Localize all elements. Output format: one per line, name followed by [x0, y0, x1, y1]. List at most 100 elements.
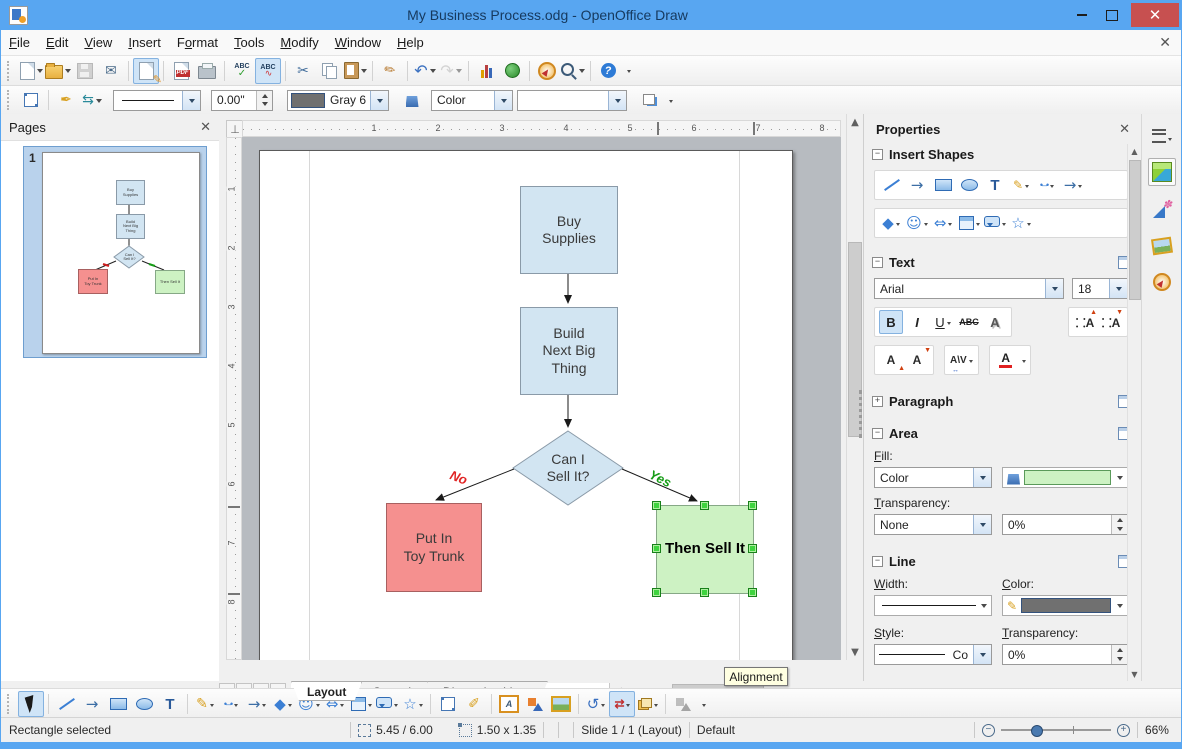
- font-color-dropdown-icon[interactable]: [1021, 359, 1026, 365]
- edit-points-toggle[interactable]: [18, 87, 44, 113]
- transparency-mode-select[interactable]: None: [874, 514, 992, 535]
- decrease-spacing-icon[interactable]: ⸬A ▼: [1099, 309, 1123, 334]
- arrange-button[interactable]: [635, 691, 661, 717]
- selection-handle[interactable]: [652, 544, 661, 553]
- line-style-select[interactable]: [113, 89, 201, 111]
- star-shapes-button[interactable]: ☆: [400, 691, 426, 717]
- scroll-down-icon[interactable]: ▼: [847, 644, 863, 660]
- line-transparency-stepper[interactable]: 0%: [1002, 644, 1128, 665]
- spellcheck-button[interactable]: ABC ✓: [229, 58, 255, 84]
- fontwork-button[interactable]: A: [496, 691, 522, 717]
- increase-spacing-icon[interactable]: ⸬A ▲: [1073, 309, 1097, 334]
- sidebar-tab-properties[interactable]: [1148, 158, 1176, 186]
- area-fill-color-button[interactable]: [1002, 467, 1128, 488]
- crop-button[interactable]: [670, 691, 696, 717]
- sidebar-tab-styles[interactable]: [1148, 232, 1176, 260]
- line-width-dropdown-icon[interactable]: [981, 604, 987, 611]
- transparency-mode-dropdown-icon[interactable]: [973, 515, 991, 534]
- gallery-button[interactable]: [499, 58, 525, 84]
- connector-tool-icon[interactable]: •–•: [1035, 173, 1059, 197]
- bold-button[interactable]: B: [879, 310, 903, 334]
- selection-handle[interactable]: [748, 501, 757, 510]
- line-color-select[interactable]: Gray 6: [287, 89, 389, 111]
- arrow-tool-icon[interactable]: →: [905, 173, 929, 197]
- vertical-ruler[interactable]: 1 2 3 4 5 6 7 8: [226, 137, 242, 660]
- flowchart-node-build-next-big-thing[interactable]: Build Next Big Thing: [520, 307, 618, 395]
- line-section-header[interactable]: − Line: [864, 551, 1142, 571]
- scroll-up-icon[interactable]: ▲: [847, 114, 863, 130]
- menu-tools[interactable]: Tools: [226, 35, 272, 50]
- line-tool-button[interactable]: [53, 691, 79, 717]
- line-transparency-down-icon[interactable]: [1112, 654, 1127, 664]
- minimize-button[interactable]: [1067, 3, 1097, 27]
- width-up-icon[interactable]: [257, 90, 272, 100]
- select-tool-button[interactable]: [18, 691, 44, 717]
- text-section-header[interactable]: − Text: [864, 252, 1142, 272]
- curve-tool-icon[interactable]: ✎: [1009, 173, 1033, 197]
- flowchart-shapes-icon[interactable]: [957, 211, 981, 235]
- text-tool-icon[interactable]: T: [983, 173, 1007, 197]
- transparency-up-icon[interactable]: [1112, 515, 1127, 525]
- alignment-button[interactable]: ⇄: [609, 691, 635, 717]
- line-width-dropdown[interactable]: [874, 595, 992, 616]
- sidebar-tab-gallery[interactable]: [1148, 196, 1176, 224]
- selection-handle[interactable]: [652, 501, 661, 510]
- line-width-value[interactable]: 0.00": [212, 93, 256, 107]
- selection-handle[interactable]: [700, 588, 709, 597]
- menu-view[interactable]: View: [76, 35, 120, 50]
- close-button[interactable]: ✕: [1131, 3, 1179, 27]
- font-color-icon[interactable]: A: [994, 348, 1018, 372]
- menu-format[interactable]: Format: [169, 35, 226, 50]
- shadow-button[interactable]: A: [983, 310, 1007, 334]
- transparency-down-icon[interactable]: [1112, 524, 1127, 534]
- font-name-select[interactable]: Arial: [874, 278, 1064, 299]
- properties-scrollbar[interactable]: ▲ ▼: [1127, 144, 1142, 681]
- fill-color-select[interactable]: [517, 89, 627, 111]
- insert-chart-button[interactable]: [473, 58, 499, 84]
- toolbar-grip[interactable]: [7, 694, 14, 714]
- connector-tool-button[interactable]: •–•: [218, 691, 244, 717]
- export-pdf-button[interactable]: PDF: [168, 58, 194, 84]
- edit-points-button[interactable]: [435, 691, 461, 717]
- menu-help[interactable]: Help: [389, 35, 432, 50]
- lines-arrows-icon[interactable]: →: [1061, 173, 1085, 197]
- line-color-dropdown-icon2[interactable]: [1117, 604, 1123, 611]
- arrow-tool-button[interactable]: →: [79, 691, 105, 717]
- vertical-scrollbar[interactable]: ▲ ▼: [846, 114, 863, 660]
- line-style-dropdown-icon[interactable]: [182, 90, 200, 110]
- props-scroll-thumb[interactable]: [1129, 160, 1141, 300]
- area-fill-type-select[interactable]: Color: [874, 467, 992, 488]
- character-spacing-icon[interactable]: A\V ↔: [949, 348, 974, 374]
- collapse-icon[interactable]: −: [872, 555, 883, 567]
- selection-handle[interactable]: [652, 588, 661, 597]
- paragraph-section-header[interactable]: + Paragraph: [864, 391, 1142, 411]
- selection-handle[interactable]: [700, 501, 709, 510]
- selection-handle[interactable]: [748, 588, 757, 597]
- strikethrough-button[interactable]: ABC: [957, 310, 981, 334]
- tab-layout[interactable]: Layout: [291, 681, 362, 701]
- undo-button[interactable]: ↶: [412, 58, 438, 84]
- horizontal-ruler[interactable]: 1 2 3 4 5 6 7 8: [242, 120, 841, 137]
- zoom-in-icon[interactable]: +: [1116, 723, 1130, 737]
- basic-shapes-button[interactable]: ◆: [270, 691, 296, 717]
- width-down-icon[interactable]: [257, 100, 272, 110]
- new-document-button[interactable]: [18, 58, 44, 84]
- save-button[interactable]: [72, 58, 98, 84]
- fill-color-dropdown-icon[interactable]: [608, 90, 626, 110]
- styles-button[interactable]: ✒: [53, 87, 79, 113]
- area-fill-dropdown-icon[interactable]: [973, 468, 991, 487]
- line-width-stepper[interactable]: 0.00": [211, 89, 273, 111]
- paste-button[interactable]: [342, 58, 368, 84]
- autospellcheck-button[interactable]: ABC ∿: [255, 57, 281, 84]
- fill-type-dropdown-icon[interactable]: [494, 90, 512, 110]
- help-button[interactable]: ?: [595, 58, 621, 84]
- decrease-font-icon[interactable]: A ▼: [905, 347, 931, 372]
- menu-edit[interactable]: Edit: [38, 35, 76, 50]
- ellipse-tool-button[interactable]: [131, 691, 157, 717]
- glue-points-button[interactable]: ✐: [461, 691, 487, 717]
- line-color-button[interactable]: ✎: [1002, 595, 1128, 616]
- text-tool-button[interactable]: T: [157, 691, 183, 717]
- maximize-button[interactable]: [1097, 3, 1127, 27]
- from-file-button[interactable]: [522, 691, 548, 717]
- toolbar-overflow-icon[interactable]: [702, 703, 706, 709]
